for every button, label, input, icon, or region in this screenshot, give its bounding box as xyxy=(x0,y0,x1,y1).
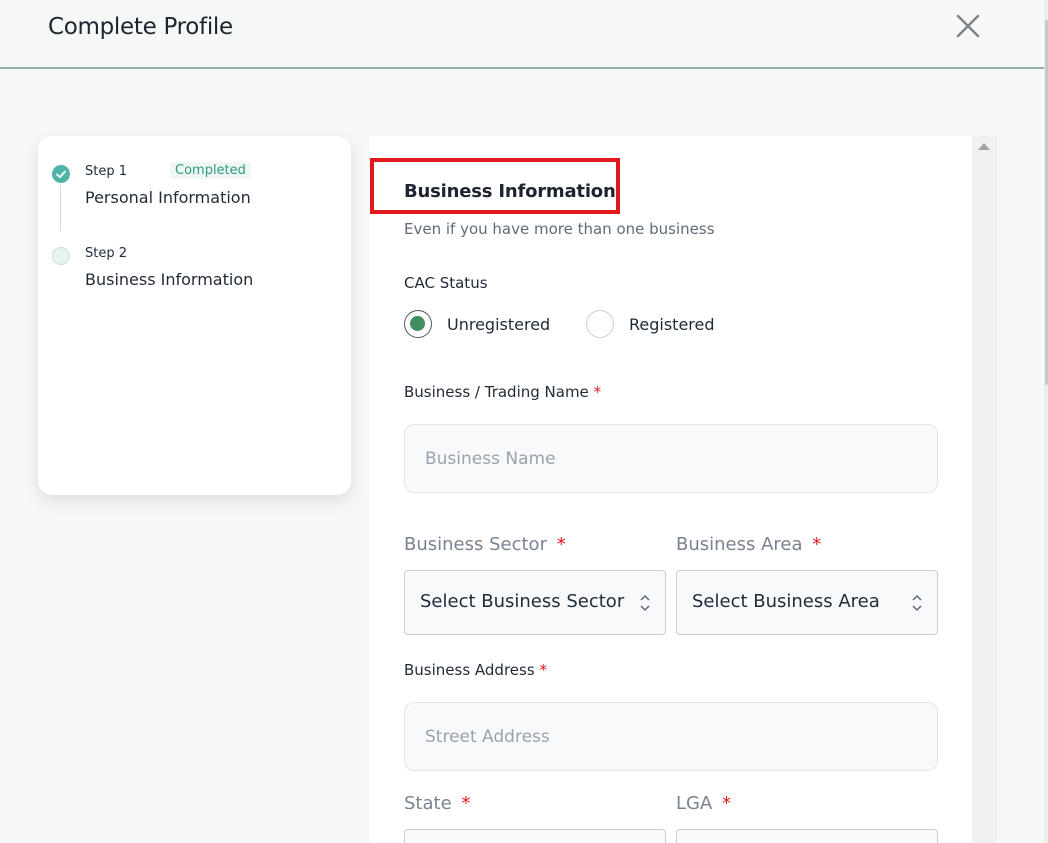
required-mark: * xyxy=(556,534,566,555)
required-mark: * xyxy=(539,661,547,679)
business-area-selected: Select Business Area xyxy=(692,591,880,612)
radio-unregistered[interactable] xyxy=(404,310,432,338)
business-sector-label: Business Sector * xyxy=(404,534,566,555)
step-1-number: Step 1 xyxy=(85,164,128,179)
section-subtitle: Even if you have more than one business xyxy=(404,220,715,238)
state-label: State * xyxy=(404,793,470,814)
step-2-name[interactable]: Business Information xyxy=(85,270,253,289)
required-mark: * xyxy=(593,383,602,401)
business-name-label: Business / Trading Name * xyxy=(404,383,601,401)
lga-select[interactable] xyxy=(676,829,938,843)
page-title: Complete Profile xyxy=(48,14,233,40)
business-area-label: Business Area * xyxy=(676,534,821,555)
required-mark: * xyxy=(461,793,471,814)
close-icon[interactable] xyxy=(954,12,982,40)
scroll-up-arrow-icon[interactable] xyxy=(978,143,990,150)
business-address-label: Business Address * xyxy=(404,661,547,679)
radio-registered-label[interactable]: Registered xyxy=(629,315,715,334)
business-sector-label-text: Business Sector xyxy=(404,534,547,555)
business-area-label-text: Business Area xyxy=(676,534,803,555)
step-1-name[interactable]: Personal Information xyxy=(85,188,251,207)
step-1-complete-indicator xyxy=(52,165,70,183)
highlight-annotation xyxy=(370,158,620,214)
required-mark: * xyxy=(812,534,822,555)
step-2-indicator xyxy=(52,247,70,265)
check-icon xyxy=(56,170,66,179)
stepper-card: Step 1 Completed Personal Information St… xyxy=(38,136,351,495)
business-sector-select[interactable]: Select Business Sector xyxy=(404,570,666,635)
business-name-input[interactable] xyxy=(404,424,938,493)
required-mark: * xyxy=(722,793,732,814)
lga-label: LGA * xyxy=(676,793,731,814)
radio-registered[interactable] xyxy=(586,310,614,338)
close-button[interactable] xyxy=(954,12,982,40)
cac-status-label: CAC Status xyxy=(404,274,488,292)
chevron-up-down-icon xyxy=(640,595,650,611)
business-sector-selected: Select Business Sector xyxy=(420,591,625,612)
street-address-input[interactable] xyxy=(404,702,938,771)
step-2-number: Step 2 xyxy=(85,246,128,261)
completed-badge: Completed xyxy=(170,162,251,179)
form-scrollbar[interactable] xyxy=(972,136,997,843)
lga-label-text: LGA xyxy=(676,793,713,814)
state-select[interactable] xyxy=(404,829,666,843)
radio-unregistered-label[interactable]: Unregistered xyxy=(447,315,550,334)
chevron-up-down-icon xyxy=(912,595,922,611)
business-address-label-text: Business Address xyxy=(404,661,535,679)
modal-header: Complete Profile xyxy=(0,0,1044,69)
step-connector xyxy=(60,185,61,231)
business-name-label-text: Business / Trading Name xyxy=(404,383,589,401)
business-area-select[interactable]: Select Business Area xyxy=(676,570,938,635)
state-label-text: State xyxy=(404,793,452,814)
